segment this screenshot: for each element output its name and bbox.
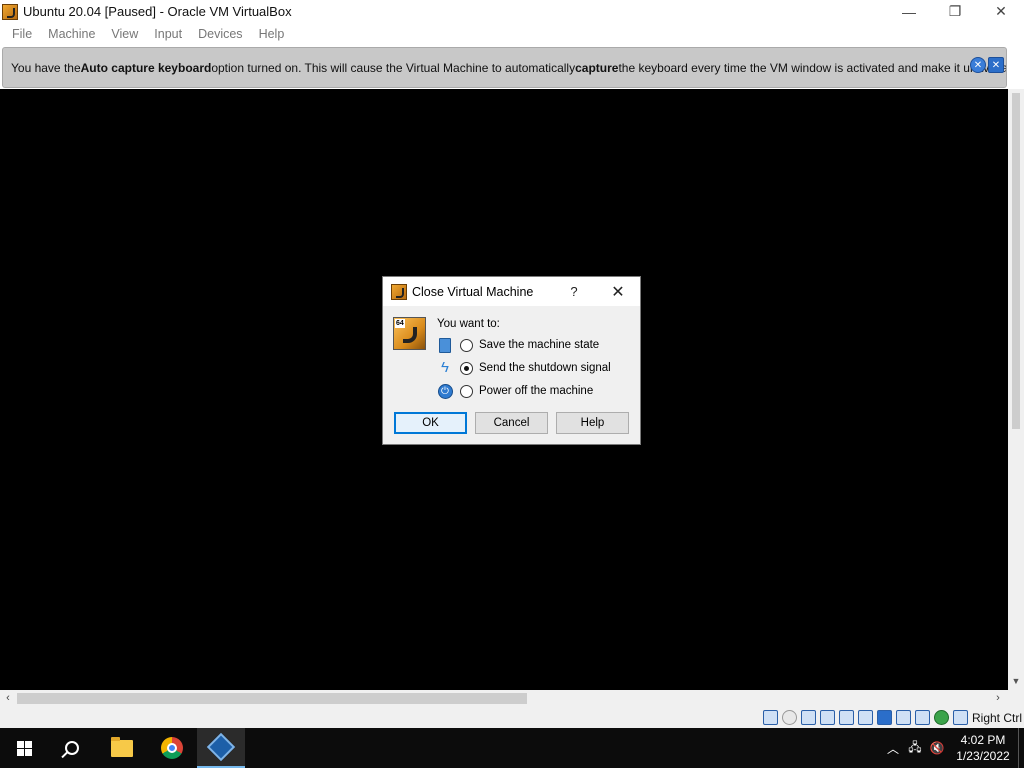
window-controls: — ❐ ✕	[886, 0, 1024, 23]
taskbar-virtualbox[interactable]	[197, 728, 245, 768]
search-icon	[65, 741, 79, 755]
virtualbox-app-icon	[2, 3, 18, 20]
display-icon[interactable]	[876, 710, 892, 725]
scroll-corner	[1008, 690, 1024, 707]
taskbar-clock[interactable]: 4:02 PM 1/23/2022	[948, 732, 1018, 764]
option-power-off[interactable]: ⏻ Power off the machine	[437, 382, 593, 400]
auto-capture-notice: You have the Auto capture keyboard optio…	[2, 47, 1007, 88]
power-off-icon: ⏻	[437, 383, 453, 399]
horizontal-scrollbar[interactable]: ‹ ›	[0, 690, 1008, 707]
taskbar-chrome[interactable]	[148, 728, 196, 768]
notice-text-before: You have the	[11, 60, 81, 75]
notice-bold-auto-capture: Auto capture keyboard	[80, 60, 212, 75]
notice-dismiss-icon[interactable]: ✕	[970, 57, 986, 73]
option-save-state-label[interactable]: Save the machine state	[479, 339, 599, 351]
dialog-app-icon	[391, 283, 407, 300]
menu-bar: File Machine View Input Devices Help	[0, 23, 1024, 45]
show-desktop-button[interactable]	[1018, 728, 1024, 768]
radio-save-state[interactable]	[460, 338, 473, 352]
save-state-icon	[437, 337, 453, 353]
keyboard-capture-icon[interactable]	[952, 710, 968, 725]
notice-text-after: the keyboard every time the VM window is…	[618, 60, 1007, 75]
dialog-title-bar[interactable]: Close Virtual Machine ? ✕	[383, 277, 640, 306]
clock-time: 4:02 PM	[960, 733, 1006, 747]
dialog-context-help-button[interactable]: ?	[563, 277, 585, 306]
windows-logo-icon	[16, 740, 32, 756]
network-tray-icon[interactable]: 🖧	[904, 728, 926, 768]
option-shutdown-signal[interactable]: ϟ Send the shutdown signal	[437, 359, 611, 377]
dialog-close-button[interactable]: ✕	[606, 277, 630, 306]
notice-text-middle: option turned on. This will cause the Vi…	[211, 60, 576, 75]
scroll-right-arrow-icon[interactable]: ›	[990, 690, 1006, 707]
window-title-bar[interactable]: Ubuntu 20.04 [Paused] - Oracle VM Virtua…	[0, 0, 1024, 23]
volume-muted-icon[interactable]: 🔇	[926, 728, 948, 768]
menu-devices[interactable]: Devices	[190, 27, 250, 41]
clock-date: 1/23/2022	[956, 749, 1010, 763]
vm-status-bar: Right Ctrl	[0, 707, 1024, 728]
vertical-scroll-thumb[interactable]	[1012, 93, 1020, 429]
mouse-integration-icon[interactable]	[933, 710, 949, 725]
radio-power-off[interactable]	[460, 384, 473, 398]
host-key-label: Right Ctrl	[971, 710, 1022, 725]
notice-actions: ✕ ✕	[970, 57, 1004, 73]
usb-icon[interactable]	[838, 710, 854, 725]
acpi-shutdown-icon: ϟ	[441, 359, 449, 376]
audio-icon[interactable]	[800, 710, 816, 725]
taskbar-file-explorer[interactable]	[98, 728, 146, 768]
virtualbox-logo-shape	[403, 327, 417, 343]
chrome-icon	[161, 737, 183, 759]
system-tray: ︿ 🖧 🔇 4:02 PM 1/23/2022	[882, 728, 1024, 768]
virtualization-icon[interactable]	[914, 710, 930, 725]
scroll-left-arrow-icon[interactable]: ‹	[0, 690, 16, 707]
menu-machine[interactable]: Machine	[40, 27, 103, 41]
menu-input[interactable]: Input	[146, 27, 190, 41]
radio-shutdown-signal[interactable]	[460, 361, 473, 375]
windows-taskbar: ︿ 🖧 🔇 4:02 PM 1/23/2022	[0, 728, 1024, 768]
dialog-prompt: You want to:	[437, 318, 500, 330]
hard-disk-icon[interactable]	[762, 710, 778, 725]
optical-drive-icon[interactable]	[781, 710, 797, 725]
menu-help[interactable]: Help	[251, 27, 293, 41]
window-title: Ubuntu 20.04 [Paused] - Oracle VM Virtua…	[23, 4, 292, 19]
shared-folders-icon[interactable]	[857, 710, 873, 725]
notice-bold-capture: capture	[575, 60, 619, 75]
option-power-off-label[interactable]: Power off the machine	[479, 385, 593, 397]
network-icon[interactable]	[819, 710, 835, 725]
menu-file[interactable]: File	[4, 27, 40, 41]
menu-view[interactable]: View	[103, 27, 146, 41]
virtualbox-64bit-icon: 64	[393, 317, 426, 350]
help-button[interactable]: Help	[556, 412, 629, 434]
vertical-scrollbar[interactable]: ▼	[1008, 89, 1024, 690]
cancel-button[interactable]: Cancel	[475, 412, 548, 434]
minimize-button[interactable]: —	[886, 0, 932, 23]
start-button[interactable]	[0, 728, 48, 768]
ok-button[interactable]: OK	[394, 412, 467, 434]
file-explorer-icon	[111, 736, 133, 757]
close-window-button[interactable]: ✕	[978, 0, 1024, 23]
option-save-state[interactable]: Save the machine state	[437, 336, 599, 354]
video-capture-icon[interactable]	[895, 710, 911, 725]
option-shutdown-signal-label[interactable]: Send the shutdown signal	[479, 362, 611, 374]
close-vm-dialog: Close Virtual Machine ? ✕ 64 You want to…	[382, 276, 641, 445]
virtualbox-icon	[206, 732, 236, 762]
restore-button[interactable]: ❐	[932, 0, 978, 23]
dialog-title: Close Virtual Machine	[412, 284, 534, 299]
taskbar-search-button[interactable]	[48, 728, 96, 768]
notice-do-not-show-icon[interactable]: ✕	[988, 57, 1004, 73]
show-hidden-icons-chevron-icon[interactable]: ︿	[882, 728, 904, 768]
scroll-down-arrow-icon[interactable]: ▼	[1008, 676, 1024, 690]
horizontal-scroll-thumb[interactable]	[17, 693, 527, 704]
